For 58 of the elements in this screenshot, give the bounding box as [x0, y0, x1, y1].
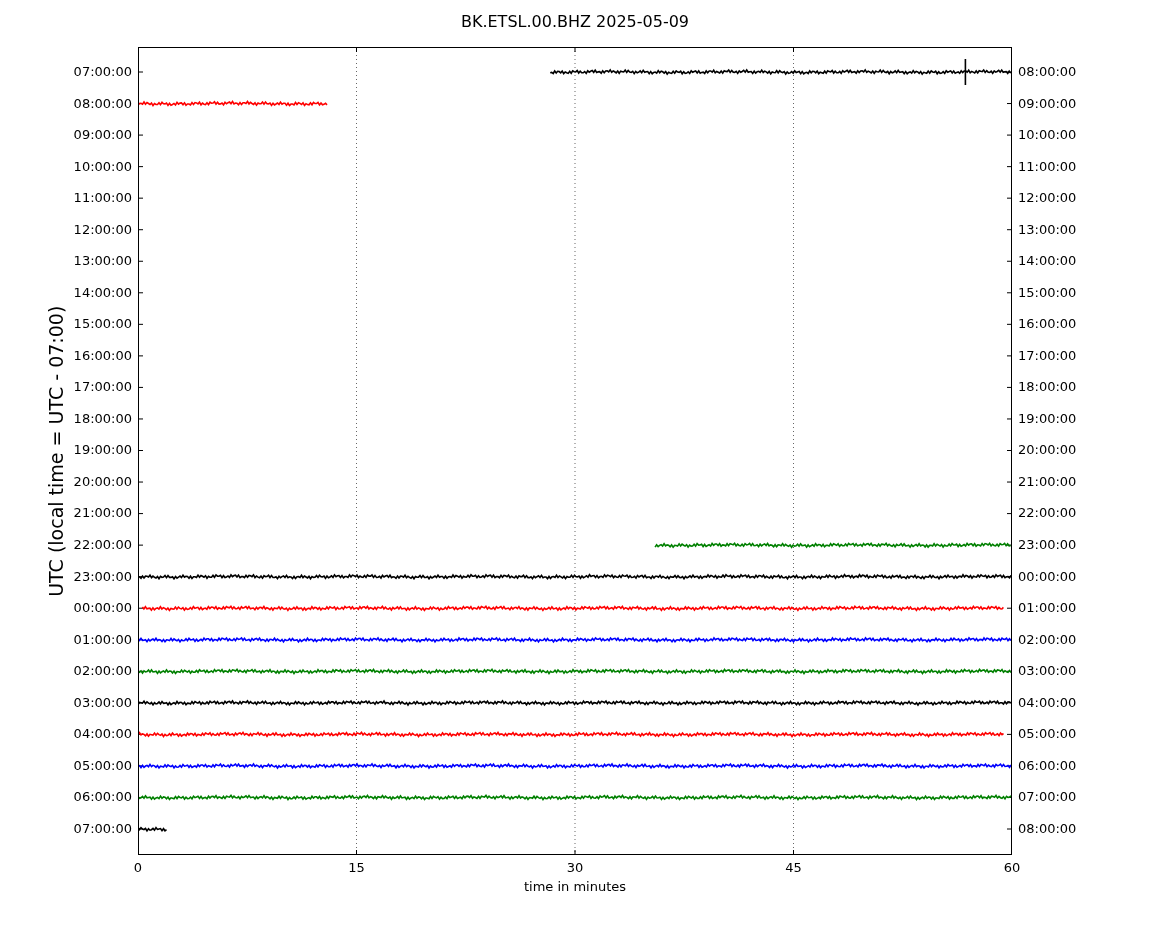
y-tick-label: 07:00:00 — [73, 63, 132, 81]
y-tick-label: 04:00:00 — [1018, 693, 1077, 712]
y-tick-label: 15:00:00 — [1018, 283, 1077, 302]
y-tick-label: 15:00:00 — [73, 315, 132, 334]
y-tick-label: 00:00:00 — [1018, 567, 1077, 586]
y-tick-label: 17:00:00 — [1018, 346, 1077, 365]
y-tick-label: 05:00:00 — [73, 756, 132, 775]
x-tick-label: 45 — [785, 859, 802, 877]
y-tick-label: 18:00:00 — [1018, 378, 1077, 397]
y-tick-label: 11:00:00 — [1018, 157, 1077, 176]
y-tick-label: 17:00:00 — [73, 378, 132, 397]
x-tick-label: 30 — [566, 859, 584, 877]
y-tick-label: 11:00:00 — [73, 189, 132, 208]
y-tick-label: 22:00:00 — [73, 536, 132, 554]
y-tick-label: 16:00:00 — [73, 346, 132, 365]
y-tick-label: 08:00:00 — [1018, 63, 1077, 81]
y-tick-label: 08:00:00 — [73, 94, 132, 113]
y-tick-label: 20:00:00 — [73, 472, 132, 491]
y-tick-label: 12:00:00 — [73, 220, 132, 239]
chart-title: BK.ETSL.00.BHZ 2025-05-09 — [460, 11, 690, 33]
y-tick-label: 09:00:00 — [73, 126, 132, 145]
y-tick-label: 20:00:00 — [1018, 441, 1077, 460]
y-tick-label: 06:00:00 — [73, 788, 132, 807]
y-tick-label: 02:00:00 — [1018, 630, 1077, 649]
y-axis-label: UTC (local time = UTC - 07:00) — [44, 305, 69, 597]
y-tick-label: 06:00:00 — [1018, 756, 1077, 775]
y-tick-label: 18:00:00 — [73, 409, 132, 428]
y-tick-label: 08:00:00 — [1018, 819, 1077, 838]
y-tick-label: 03:00:00 — [73, 693, 132, 712]
y-tick-label: 04:00:00 — [73, 725, 132, 744]
y-tick-label: 07:00:00 — [73, 819, 132, 838]
y-tick-label: 16:00:00 — [1018, 315, 1077, 334]
y-tick-label: 10:00:00 — [1018, 126, 1077, 145]
y-tick-label: 03:00:00 — [1018, 662, 1077, 681]
x-tick-label: 60 — [1003, 859, 1021, 877]
y-tick-label: 01:00:00 — [73, 630, 132, 649]
y-tick-label: 14:00:00 — [1018, 252, 1077, 271]
y-tick-label: 10:00:00 — [73, 157, 132, 176]
y-tick-label: 13:00:00 — [73, 252, 132, 271]
y-tick-label: 19:00:00 — [73, 441, 132, 460]
y-tick-label: 23:00:00 — [73, 567, 132, 586]
x-tick-label: 0 — [133, 859, 143, 877]
y-tick-label: 07:00:00 — [1018, 788, 1077, 807]
y-tick-label: 12:00:00 — [1018, 189, 1077, 208]
y-tick-label: 22:00:00 — [1018, 504, 1077, 523]
y-tick-label: 05:00:00 — [1018, 725, 1077, 744]
y-tick-label: 13:00:00 — [1018, 220, 1077, 239]
y-tick-label: 21:00:00 — [1018, 472, 1077, 491]
y-tick-label: 19:00:00 — [1018, 409, 1077, 428]
x-tick-label: 15 — [348, 859, 365, 877]
y-tick-label: 09:00:00 — [1018, 94, 1077, 113]
y-tick-label: 02:00:00 — [73, 662, 132, 681]
x-axis-label: time in minutes — [523, 878, 627, 896]
y-tick-label: 21:00:00 — [73, 504, 132, 523]
y-tick-label: 01:00:00 — [1018, 599, 1077, 618]
y-tick-label: 14:00:00 — [73, 283, 132, 302]
y-tick-label: 23:00:00 — [1018, 536, 1077, 554]
y-tick-label: 00:00:00 — [73, 599, 132, 618]
